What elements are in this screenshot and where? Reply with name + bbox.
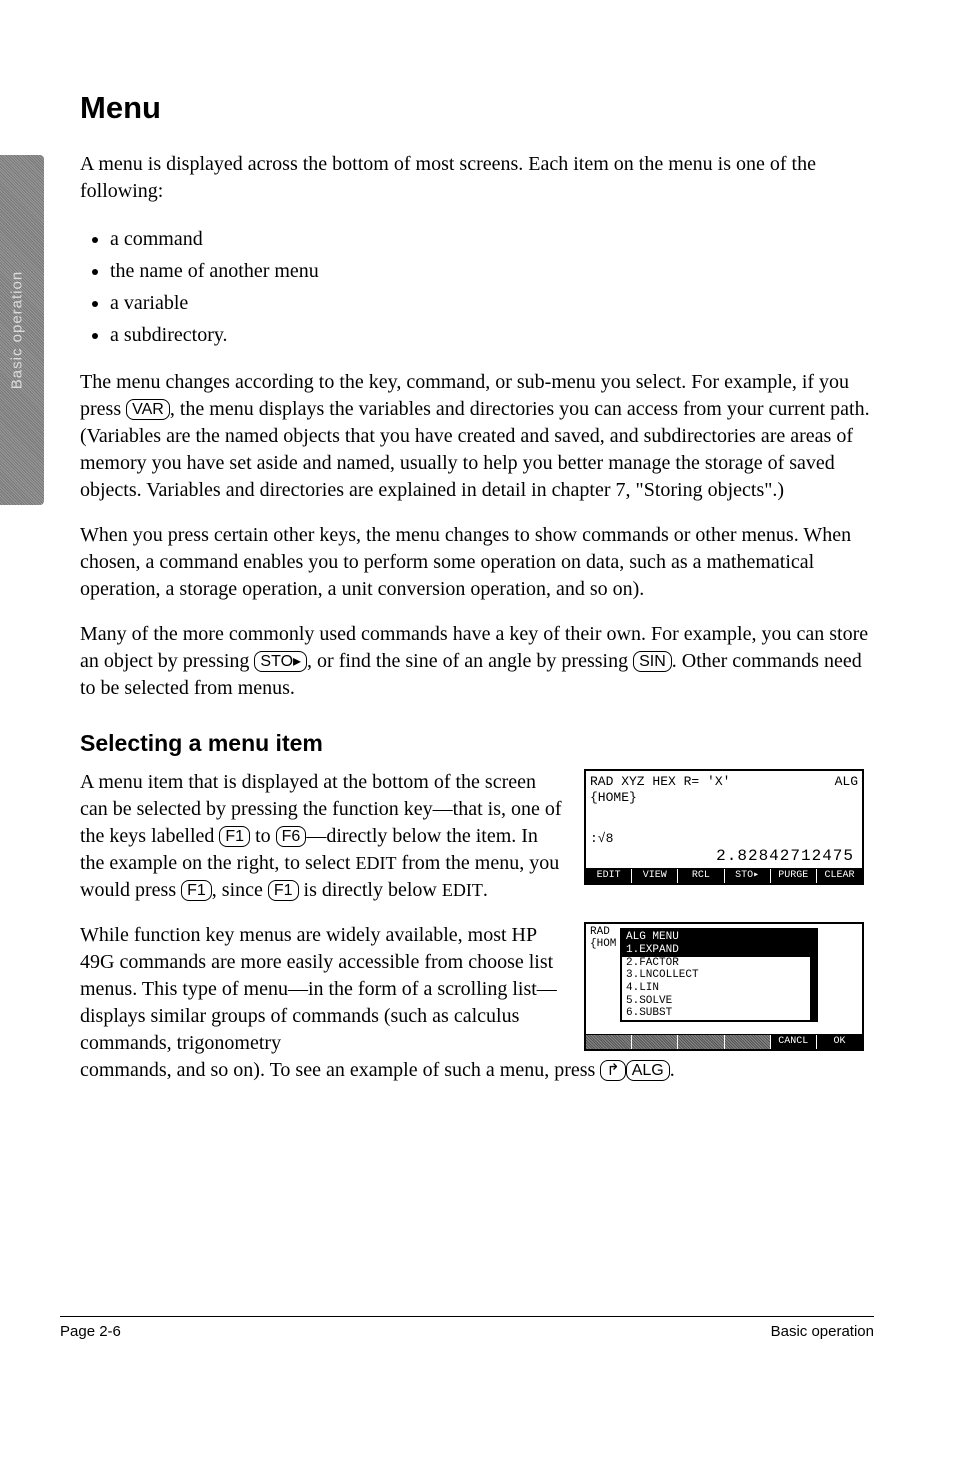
- key-var: VAR: [126, 399, 170, 420]
- list-item: a subdirectory.: [110, 319, 874, 351]
- page-footer: Page 2-6 Basic operation: [60, 1316, 874, 1340]
- softkey-cancl: CANCL: [771, 1035, 817, 1049]
- softkey-blank: [725, 1035, 771, 1049]
- heading-selecting: Selecting a menu item: [80, 730, 874, 757]
- side-tab: Basic operation: [0, 155, 44, 505]
- popup-item: 2.FACTOR: [622, 957, 816, 970]
- popup-item: 3.LNCOLLECT: [622, 969, 816, 982]
- popup-item: 5.SOLVE: [622, 995, 816, 1008]
- calc2-popup-title: ALG MENU: [622, 930, 816, 944]
- calc1-result: 2.82842712475: [590, 847, 858, 866]
- scrollbar-icon: [810, 944, 816, 1020]
- smallcaps-edit: EDIT: [355, 853, 396, 873]
- softkey-blank: [586, 1035, 632, 1049]
- key-sin: SIN: [633, 651, 672, 672]
- list-item: a command: [110, 223, 874, 255]
- calculator-screenshot-1: RAD XYZ HEX R= 'X' ALG {HOME} :√8 2.8284…: [584, 769, 864, 885]
- calc2-popup: ALG MENU 1.EXPAND 2.FACTOR 3.LNCOLLECT 4…: [620, 928, 818, 1022]
- key-f1: F1: [219, 826, 250, 847]
- key-rightshift: ↱: [600, 1060, 625, 1081]
- key-f1-b: F1: [181, 880, 212, 901]
- calc1-softkeys: EDIT VIEW RCL STO▸ PURGE CLEAR: [586, 868, 862, 883]
- footer-section: Basic operation: [771, 1323, 874, 1340]
- softkey-ok: OK: [817, 1035, 862, 1049]
- popup-item: 4.LIN: [622, 982, 816, 995]
- popup-item: 1.EXPAND: [622, 944, 816, 957]
- key-sto: STO▸: [254, 651, 307, 672]
- softkey-purge: PURGE: [771, 869, 817, 883]
- softkey-clear: CLEAR: [817, 869, 862, 883]
- calc1-status-left: RAD XYZ HEX R= 'X': [590, 774, 730, 790]
- calc2-softkeys: CANCL OK: [586, 1034, 862, 1049]
- softkey-blank: [632, 1035, 678, 1049]
- heading-menu: Menu: [80, 90, 874, 126]
- calculator-screenshot-2: RAD{HOM ALG MENU 1.EXPAND 2.FACTOR 3.LNC…: [584, 922, 864, 1051]
- para-select: A menu item that is displayed at the bot…: [80, 769, 564, 904]
- softkey-edit: EDIT: [586, 869, 632, 883]
- side-tab-label: Basic operation: [9, 271, 26, 389]
- calc1-expr: :√8: [590, 831, 858, 847]
- para-var: The menu changes according to the key, c…: [80, 369, 874, 504]
- softkey-sto: STO▸: [725, 869, 771, 883]
- softkey-rcl: RCL: [678, 869, 724, 883]
- para-other-keys: When you press certain other keys, the m…: [80, 522, 874, 603]
- bullet-list: a command the name of another menu a var…: [80, 223, 874, 351]
- key-f1-c: F1: [268, 880, 299, 901]
- popup-item: 6.SUBST: [622, 1007, 816, 1020]
- softkey-view: VIEW: [632, 869, 678, 883]
- key-alg: ALG: [626, 1060, 670, 1081]
- para-common: Many of the more commonly used commands …: [80, 621, 874, 702]
- footer-page: Page 2-6: [60, 1323, 121, 1340]
- list-item: a variable: [110, 287, 874, 319]
- calc1-path: {HOME}: [586, 790, 862, 808]
- key-f6: F6: [276, 826, 307, 847]
- para-choose-list-tail: commands, and so on). To see an example …: [80, 1057, 874, 1084]
- para-choose-list: While function key menus are widely avai…: [80, 922, 564, 1057]
- calc1-status-right: ALG: [835, 774, 858, 790]
- list-item: the name of another menu: [110, 255, 874, 287]
- intro-para: A menu is displayed across the bottom of…: [80, 151, 874, 205]
- smallcaps-edit-b: EDIT: [442, 880, 483, 900]
- softkey-blank: [678, 1035, 724, 1049]
